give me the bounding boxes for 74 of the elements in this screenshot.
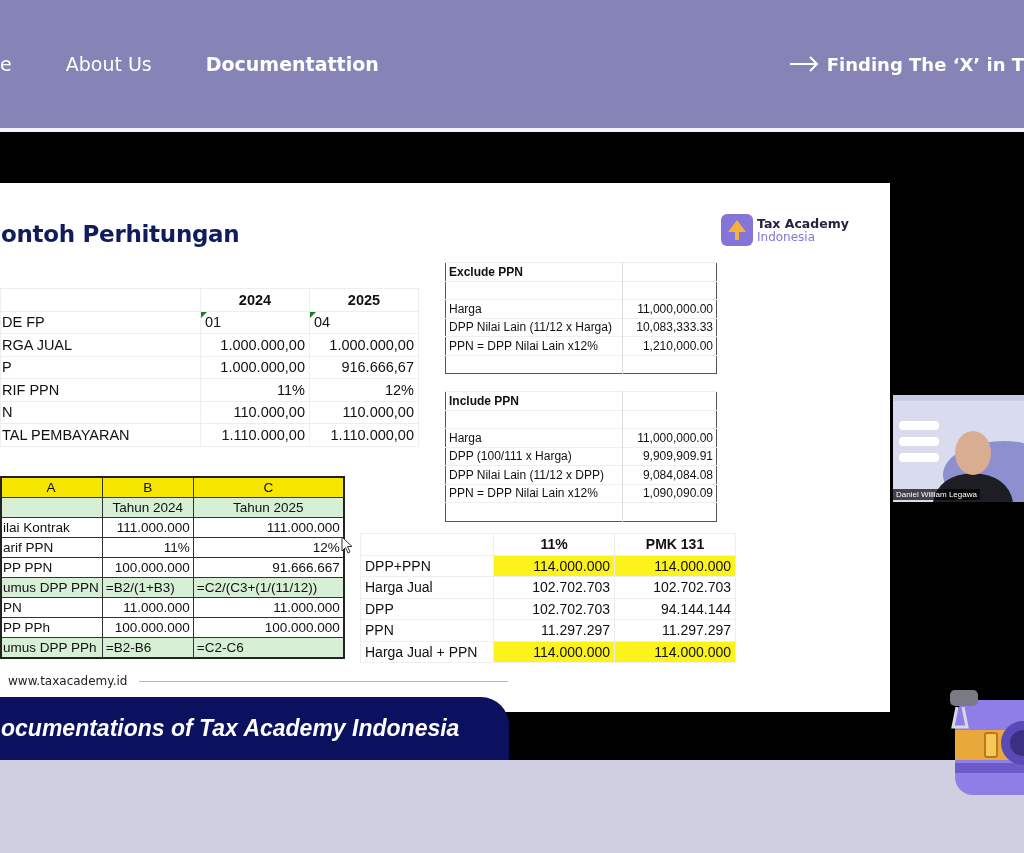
table-cell: 11%: [200, 378, 310, 401]
flag-icon: [201, 311, 207, 318]
table-cell: Harga: [445, 299, 623, 318]
column-header: 2025: [309, 288, 419, 311]
column-header: C: [193, 477, 344, 498]
table-cell: 11.297.297: [493, 619, 615, 641]
table-cell: 110.000,00: [309, 401, 419, 424]
table-cell: 01: [200, 311, 310, 334]
nav-link[interactable]: Documentattion: [205, 53, 379, 75]
table-cell: 11,000,000.00: [622, 428, 717, 447]
table-cell: 1.110.000,00: [309, 423, 419, 446]
nav-link[interactable]: About Us: [65, 53, 152, 75]
table-cell: umus DPP PPN: [1, 577, 103, 598]
slide-title: ontoh Perhitungan: [1, 221, 240, 247]
table-cell: DPP: [360, 598, 494, 620]
table-cell: PN: [1, 597, 103, 618]
table-cell: TAL PEMBAYARAN: [0, 423, 201, 446]
table-cell: 1.110.000,00: [200, 423, 310, 446]
website-url: www.taxacademy.id: [8, 674, 128, 688]
table-cell: 11,000,000.00: [622, 299, 717, 318]
table-cell: 1,210,000.00: [622, 336, 717, 355]
table-cell: PP PPh: [1, 617, 103, 638]
table-cell: DPP+PPN: [360, 555, 494, 577]
table-cell: PPN = DPP Nilai Lain x12%: [445, 484, 623, 503]
table-title: Include PPN: [445, 391, 623, 410]
table-cell: 12%: [309, 378, 419, 401]
table-cell: P: [0, 356, 201, 379]
table-cell: 916.666,67: [309, 356, 419, 379]
logo-icon: [721, 214, 753, 246]
column-header: PMK 131: [614, 533, 736, 555]
table-cell: ilai Kontrak: [1, 517, 103, 538]
table-cell: 11.297.297: [614, 619, 736, 641]
table-cell: PPN: [360, 619, 494, 641]
table-cell: 1.000.000,00: [200, 333, 310, 356]
table-cell: 10,083,333.33: [622, 318, 717, 337]
table-cell: N: [0, 401, 201, 424]
column-header: A: [1, 477, 103, 498]
arrow-icon: [788, 56, 819, 72]
table-cell: 102.702.703: [614, 576, 736, 598]
table-cell: Harga Jual: [360, 576, 494, 598]
flag-icon: [310, 311, 316, 318]
table-cell: DPP (100/111 x Harga): [445, 447, 623, 466]
table-cell: 9,084,084.08: [622, 465, 717, 484]
table-cell: 1,090,090.09: [622, 484, 717, 503]
participant-name: Daniel William Legawa: [893, 489, 980, 500]
table-cell: 94.144.144: [614, 598, 736, 620]
table-title: Exclude PPN: [445, 262, 623, 281]
table-cell: 9,909,909.91: [622, 447, 717, 466]
table-cell: DE FP: [0, 311, 201, 334]
table-cell: umus DPP PPh: [1, 637, 103, 658]
cursor-icon: [341, 536, 353, 554]
table-cell: Harga Jual + PPN: [360, 641, 494, 663]
caption-banner: ocumentations of Tax Academy Indonesia: [0, 697, 509, 760]
table-cell: Harga: [445, 428, 623, 447]
table-cell: DPP Nilai Lain (11/12 x Harga): [445, 318, 623, 337]
table-cell: RGA JUAL: [0, 333, 201, 356]
table-cell: 102.702.703: [493, 576, 615, 598]
column-header: 11%: [493, 533, 615, 555]
brand-name: Tax Academy: [757, 216, 849, 231]
table-cell: 102.702.703: [493, 598, 615, 620]
table-cell: 110.000,00: [200, 401, 310, 424]
brand-subtitle: Indonesia: [757, 230, 816, 244]
column-header: 2024: [200, 288, 310, 311]
table-cell: RIF PPN: [0, 378, 201, 401]
table-cell: 04: [309, 311, 419, 334]
table-cell: PP PPN: [1, 557, 103, 578]
table-cell: 1.000.000,00: [309, 333, 419, 356]
table-cell: arif PPN: [1, 537, 103, 558]
column-header: B: [102, 477, 194, 498]
nav-link[interactable]: e: [0, 53, 12, 75]
table-cell: DPP Nilai Lain (11/12 x DPP): [445, 465, 623, 484]
table-cell: PPN = DPP Nilai Lain x12%: [445, 336, 623, 355]
cta-link[interactable]: Finding The ‘X’ in T: [788, 53, 1024, 75]
table-cell: 1.000.000,00: [200, 356, 310, 379]
